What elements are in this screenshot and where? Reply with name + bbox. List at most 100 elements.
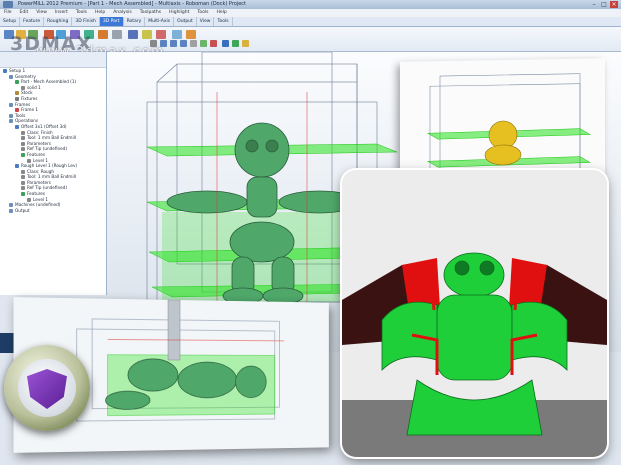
cutting-tool bbox=[167, 298, 181, 361]
minimize-icon[interactable]: – bbox=[590, 1, 598, 8]
tree-node-icon bbox=[21, 186, 25, 191]
section-view-inset bbox=[342, 170, 607, 457]
tree-node-icon bbox=[9, 113, 13, 118]
tree-node-icon bbox=[9, 74, 13, 79]
tree-node-icon bbox=[9, 102, 13, 107]
menu-item[interactable]: Edit bbox=[20, 10, 29, 15]
menu-item[interactable]: Tools bbox=[197, 10, 208, 15]
tree-item-label: Class: Finish bbox=[27, 129, 53, 135]
tree-node-icon bbox=[21, 147, 25, 152]
zoom-icon[interactable] bbox=[142, 30, 152, 39]
tree-item-label: Tool: 1 mm Ball Endmill bbox=[27, 174, 76, 180]
tab-3d-part[interactable]: 3D Part bbox=[99, 17, 124, 26]
tree-node-icon bbox=[9, 119, 13, 124]
tab-multi-axis[interactable]: Multi-Axis bbox=[145, 17, 175, 26]
tree-node-icon bbox=[27, 197, 31, 202]
tree-node-icon bbox=[9, 203, 13, 208]
menu-item[interactable]: Tools bbox=[76, 10, 87, 15]
tree-node-icon bbox=[21, 152, 25, 157]
tree-node-icon bbox=[15, 80, 19, 85]
settings-icon[interactable] bbox=[112, 30, 122, 39]
tree-node-icon bbox=[27, 158, 31, 163]
tree-item-label: Fixtures bbox=[21, 95, 38, 101]
wireframe-icon[interactable] bbox=[200, 40, 207, 47]
view-right-icon[interactable] bbox=[170, 40, 177, 47]
tree-item-label: Frames bbox=[15, 101, 31, 107]
tree-item-label: Tool: 1 mm Ball Endmill bbox=[27, 135, 76, 141]
tree-item-label: Features bbox=[27, 191, 46, 197]
shade-icon[interactable] bbox=[186, 30, 196, 39]
tree-node-icon bbox=[21, 192, 25, 197]
tree-item-label: Stock bbox=[21, 90, 33, 96]
menu-item[interactable]: Analysis bbox=[113, 10, 132, 15]
ribbon-tabs: Setup Feature Roughing 3D Finish 3D Part Rota… bbox=[0, 17, 621, 27]
tree-item-label: Class: Rough bbox=[27, 168, 55, 174]
tree-node-icon bbox=[15, 164, 19, 169]
section-scene bbox=[342, 252, 607, 457]
tab-rotary[interactable]: Rotary bbox=[124, 17, 146, 26]
tree-node-icon bbox=[15, 124, 19, 129]
tree-node-icon bbox=[21, 85, 25, 90]
display-icon[interactable] bbox=[222, 40, 229, 47]
view-fit-icon[interactable] bbox=[190, 40, 197, 47]
menu-item[interactable]: Insert bbox=[55, 10, 68, 15]
tab-3d-finish[interactable]: 3D Finish bbox=[72, 17, 100, 26]
tree-item-label: Tools bbox=[15, 112, 26, 118]
section-icon[interactable] bbox=[210, 40, 217, 47]
view-iso-icon[interactable] bbox=[180, 40, 187, 47]
tab-feature[interactable]: Feature bbox=[20, 17, 45, 26]
tree-node-icon bbox=[3, 69, 7, 73]
tree-node-icon bbox=[9, 208, 13, 213]
rotate-icon[interactable] bbox=[128, 30, 138, 39]
tree-item-label: Output bbox=[15, 207, 30, 213]
post-icon[interactable] bbox=[98, 30, 108, 39]
title-bar: PowerMILL 2012 Premium - [Part 1 - Mech … bbox=[0, 0, 621, 9]
menu-item[interactable]: Help bbox=[217, 10, 227, 15]
tree-item-label: Ref Tip (undefined) bbox=[27, 146, 68, 152]
stop-icon[interactable] bbox=[156, 30, 166, 39]
view-icon[interactable] bbox=[172, 30, 182, 39]
menu-item[interactable]: View bbox=[36, 10, 47, 15]
menu-item[interactable]: Toolpaths bbox=[140, 10, 161, 15]
tab-roughing[interactable]: Roughing bbox=[44, 17, 73, 26]
stock-display-icon[interactable] bbox=[242, 40, 249, 47]
tree-item-label: Machines (undefined) bbox=[15, 202, 61, 208]
tree-node-icon bbox=[15, 96, 19, 101]
tab-view[interactable]: View bbox=[197, 17, 215, 26]
tree-node-icon bbox=[21, 141, 25, 146]
tree-node-icon bbox=[21, 130, 25, 135]
gold-robot bbox=[484, 120, 522, 166]
tree-item-label: Offset 3x1 (Offset 3d) bbox=[21, 123, 67, 129]
tree-item-label: Rough Level 1 (Rough Lev) bbox=[21, 163, 78, 169]
tree-node-icon bbox=[21, 169, 25, 174]
tree-node-icon bbox=[21, 175, 25, 180]
app-icon[interactable] bbox=[3, 1, 13, 8]
tree-node-icon bbox=[21, 180, 25, 185]
setup-tree: Setup 1 Geometry Part - Mech Assembled (1)… bbox=[0, 52, 107, 295]
tree-item-label: Parameters bbox=[27, 179, 51, 185]
tree-toolbar bbox=[0, 52, 106, 68]
tree-item-label: solid 1 bbox=[27, 84, 41, 90]
tab-setup[interactable]: Setup bbox=[0, 17, 21, 26]
close-icon[interactable]: × bbox=[610, 1, 618, 8]
menu-item[interactable]: Help bbox=[95, 10, 105, 15]
tree-node-icon bbox=[21, 136, 25, 141]
tree-item-label: Geometry bbox=[15, 73, 36, 79]
tree-item-label: Parameters bbox=[27, 140, 51, 146]
tree-item-label: Level 1 bbox=[33, 196, 49, 202]
powermill-logo-icon bbox=[4, 345, 90, 431]
tree-item-label: Operations bbox=[15, 118, 39, 124]
menu-item[interactable]: File bbox=[4, 10, 12, 15]
tree-node-icon bbox=[15, 108, 19, 113]
tree-node-icon bbox=[15, 91, 19, 96]
tree-item-label: Features bbox=[27, 151, 46, 157]
toolpath-display-icon[interactable] bbox=[232, 40, 239, 47]
menu-item[interactable]: Highlight bbox=[169, 10, 189, 15]
shield-icon bbox=[27, 369, 67, 409]
maximize-icon[interactable]: □ bbox=[600, 1, 608, 8]
tab-output[interactable]: Output bbox=[174, 17, 197, 26]
tab-tools[interactable]: Tools bbox=[214, 17, 233, 26]
tree-item-label: Part - Mech Assembled (1) bbox=[21, 79, 77, 85]
tree-item-label: Setup 1 bbox=[9, 68, 26, 73]
tree-item[interactable]: Output bbox=[0, 208, 106, 214]
